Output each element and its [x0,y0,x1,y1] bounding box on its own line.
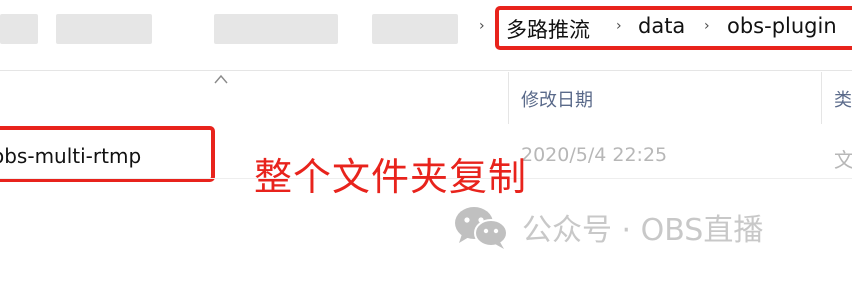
divider [0,70,852,71]
wechat-icon [455,207,508,249]
file-explorer-screenshot: › 多路推流 › data › obs-plugin 修改日期 类 obs-mu… [0,0,852,284]
column-separator[interactable] [508,72,509,124]
file-date-modified: 2020/5/4 22:25 [521,144,668,166]
address-bar[interactable]: › 多路推流 › data › obs-plugin [0,0,852,60]
highlight-box-folder [0,126,215,182]
watermark-text: 公众号 · OBS直播 [522,213,764,248]
column-separator[interactable] [821,72,822,124]
blurred-path-segment [0,14,38,44]
blurred-path-segment [372,14,458,44]
highlight-box-breadcrumb [495,6,852,50]
chevron-right-icon[interactable]: › [479,18,485,34]
column-header-type[interactable]: 类 [834,86,852,112]
annotation-text: 整个文件夹复制 [254,155,528,199]
watermark: 公众号 · OBS直播 [452,202,763,252]
file-type: 文 [834,148,852,172]
blurred-path-segment [214,14,338,44]
blurred-path-segment [56,14,152,44]
sort-ascending-icon[interactable] [214,74,228,84]
column-header-date-modified[interactable]: 修改日期 [521,86,593,112]
